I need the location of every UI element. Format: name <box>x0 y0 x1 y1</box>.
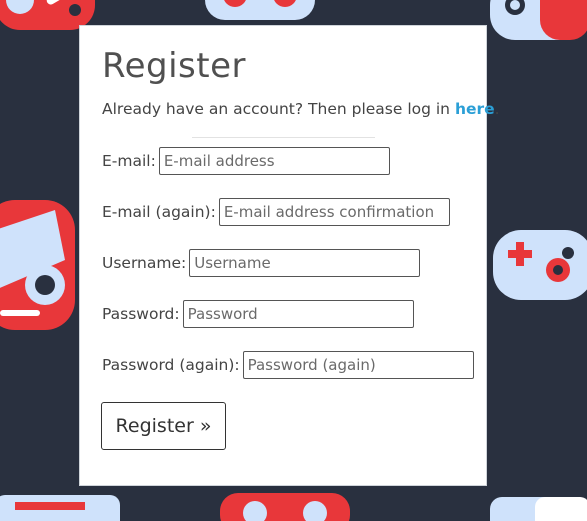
username-label: Username: <box>102 254 187 272</box>
divider <box>192 137 375 138</box>
username-row: Username: <box>102 249 421 277</box>
login-prompt-text: Already have an account? Then please log… <box>102 100 455 118</box>
gamepad-icon <box>490 497 587 521</box>
password-confirm-label: Password (again): <box>102 356 240 374</box>
password-confirm-field[interactable] <box>242 351 474 379</box>
login-prompt: Already have an account? Then please log… <box>102 100 500 118</box>
email-confirm-label: E-mail (again): <box>102 203 216 221</box>
page-title: Register <box>102 46 246 86</box>
email-confirm-row: E-mail (again): <box>102 198 450 226</box>
register-button[interactable]: Register » <box>101 402 226 450</box>
password-label: Password: <box>102 305 180 323</box>
email-confirm-field[interactable] <box>218 198 450 226</box>
password-field[interactable] <box>182 300 414 328</box>
login-link[interactable]: here <box>455 100 495 118</box>
password-row: Password: <box>102 300 414 328</box>
register-panel: Register Already have an account? Then p… <box>79 25 500 486</box>
password-confirm-row: Password (again): <box>102 351 474 379</box>
gamepad-icon <box>490 0 587 40</box>
gamepad-icon <box>220 493 350 521</box>
gamepad-icon <box>0 495 120 521</box>
email-label: E-mail: <box>102 152 156 170</box>
gamepad-icon <box>493 230 587 300</box>
email-field[interactable] <box>158 147 390 175</box>
gamepad-icon <box>0 200 75 330</box>
login-prompt-end: . <box>494 100 500 118</box>
email-row: E-mail: <box>102 147 390 175</box>
username-field[interactable] <box>189 249 421 277</box>
